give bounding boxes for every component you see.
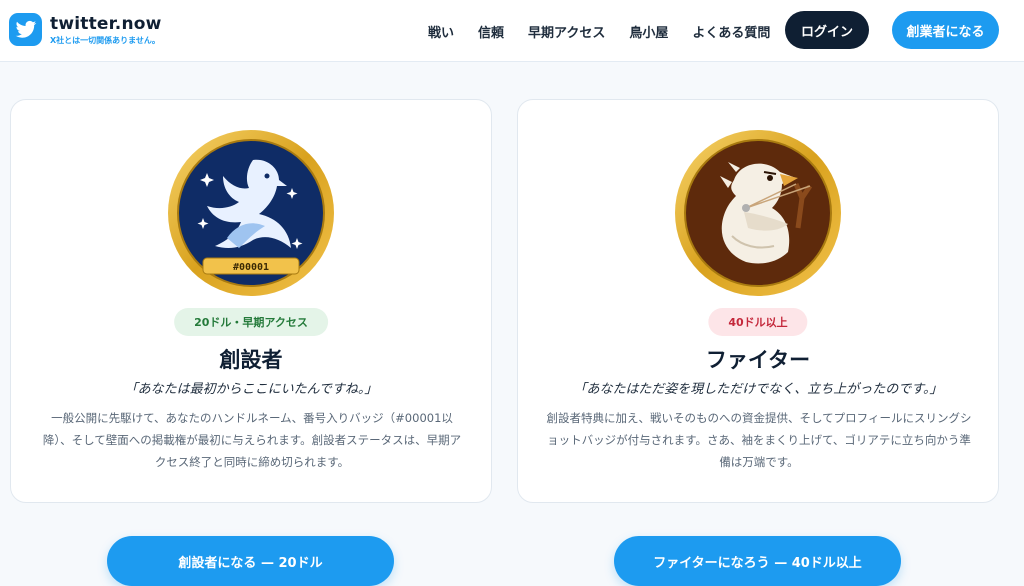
become-fighter-button[interactable]: ファイターになろう — 40ドル以上 (614, 536, 901, 586)
brand-name[interactable]: twitter.now (50, 14, 162, 34)
nav-link-faq[interactable]: よくある質問 (692, 22, 770, 41)
main-nav: 戦い 信頼 早期アクセス 鳥小屋 よくある質問 (428, 22, 770, 41)
nav-link-early-access[interactable]: 早期アクセス (528, 22, 605, 41)
founder-title: 創設者 (219, 348, 283, 372)
founder-description: 一般公開に先駆けて、あなたのハンドルネーム、番号入りバッジ（#00001以降）、… (42, 411, 462, 469)
fighter-description: 創設者特典に加え、戦いそのものへの資金提供、そしてプロフィールにスリングショット… (546, 411, 972, 469)
fighter-title: ファイター (705, 348, 811, 372)
slingshot-bird-medal-icon (674, 128, 842, 298)
nav-link-aviary[interactable]: 鳥小屋 (629, 22, 668, 41)
become-founder-header-button[interactable]: 創業者になる (892, 11, 999, 49)
fighter-tier-card: 40ドル以上 ファイター 「あなたはただ姿を現しただけでなく、立ち上がったのです… (517, 99, 999, 503)
login-button[interactable]: ログイン (785, 11, 869, 49)
become-founder-button[interactable]: 創設者になる — 20ドル (107, 536, 394, 586)
founder-quote: 「あなたは最初からここにいたんですね。」 (124, 382, 378, 397)
phoenix-medal-icon: #00001 (167, 128, 335, 298)
bird-icon[interactable] (9, 13, 42, 46)
nav-link-battle[interactable]: 戦い (428, 22, 454, 41)
nav-link-trust[interactable]: 信頼 (478, 22, 504, 41)
founder-tier-card: #00001 20ドル・早期アクセス 創設者 「あなたは最初からここにいたんです… (10, 99, 492, 503)
brand-tagline: X社とは一切関係ありません。 (50, 36, 160, 45)
badge-number: #00001 (233, 262, 269, 273)
founder-price-pill: 20ドル・早期アクセス (174, 308, 328, 336)
fighter-quote: 「あなたはただ姿を現しただけでなく、立ち上がったのです。」 (573, 382, 943, 397)
fighter-price-pill: 40ドル以上 (708, 308, 808, 336)
site-header: twitter.now X社とは一切関係ありません。 戦い 信頼 早期アクセス … (0, 0, 1024, 62)
